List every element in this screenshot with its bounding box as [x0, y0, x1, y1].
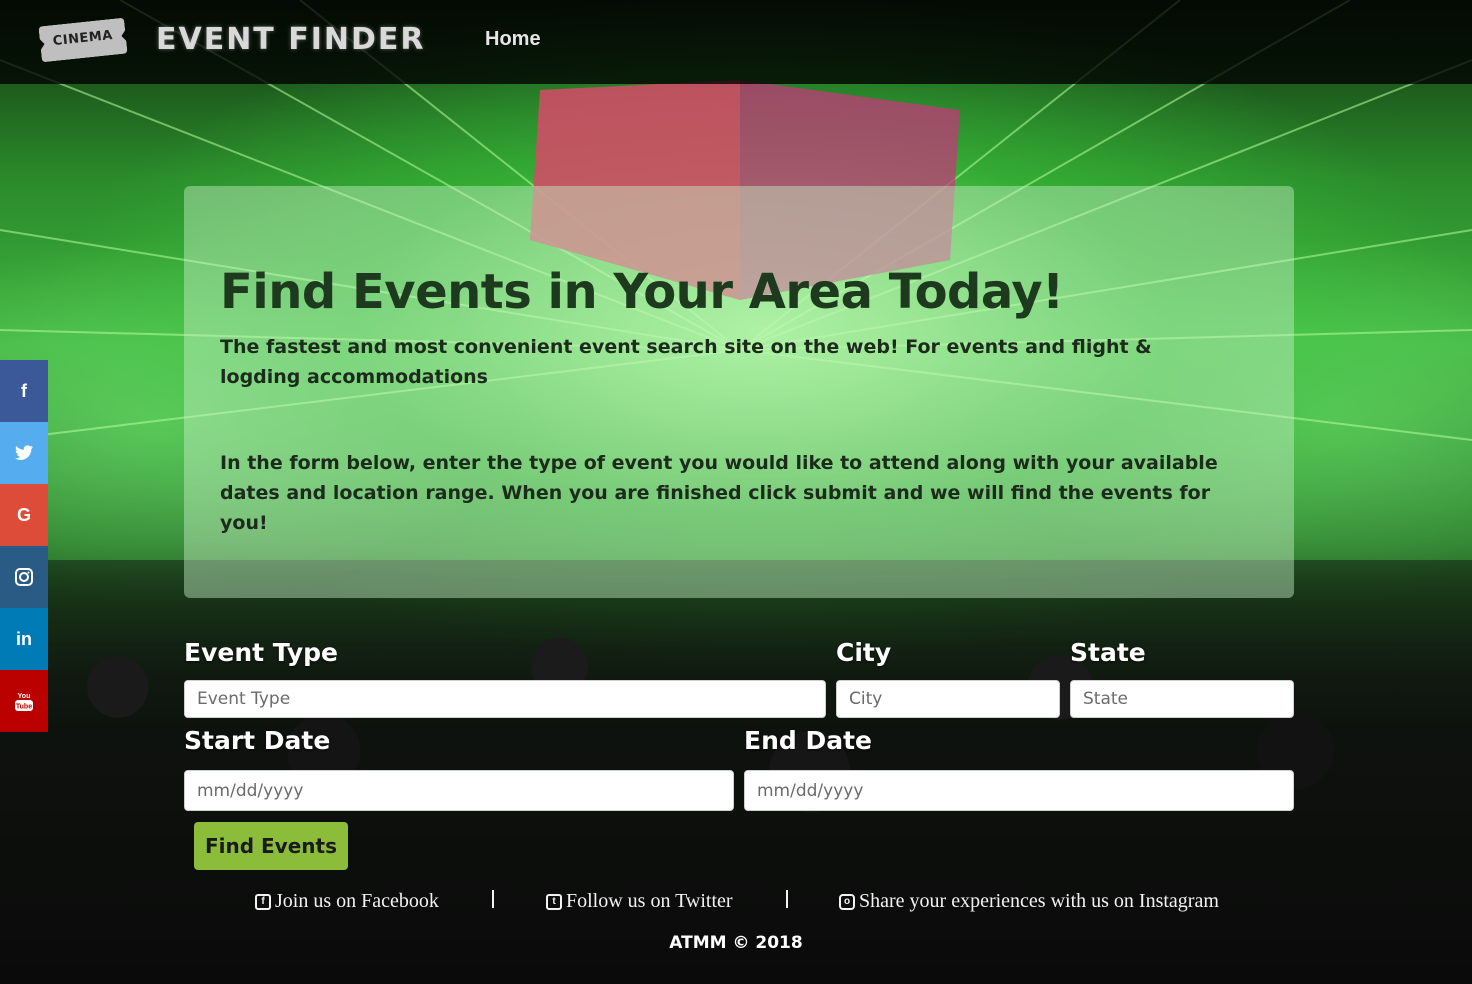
footer-facebook-text: Join us on Facebook — [275, 890, 439, 912]
instagram-share-button[interactable] — [0, 546, 48, 608]
event-type-input[interactable] — [184, 680, 826, 718]
facebook-square-icon: f — [255, 893, 271, 910]
youtube-share-button[interactable]: You Tube — [0, 670, 48, 732]
linkedin-share-button[interactable]: in — [0, 608, 48, 670]
footer-twitter-link[interactable]: t Follow us on Twitter — [546, 890, 733, 913]
social-sidebar: f G in You Tube — [0, 360, 48, 732]
hero-jumbotron: Find Events in Your Area Today! The fast… — [184, 186, 1294, 598]
find-events-button[interactable]: Find Events — [194, 822, 348, 870]
state-input[interactable] — [1070, 680, 1294, 718]
start-date-label: Start Date — [184, 726, 331, 755]
linkedin-icon: in — [16, 628, 32, 649]
footer-twitter-text: Follow us on Twitter — [566, 890, 733, 912]
logo-label: CINEMA — [52, 27, 114, 50]
facebook-icon: f — [21, 380, 27, 401]
hero-lead: The fastest and most convenient event se… — [220, 336, 1152, 388]
svg-text:Tube: Tube — [16, 704, 32, 711]
brand-title[interactable]: EVENT FINDER — [156, 22, 425, 57]
copyright: ATMM © 2018 — [669, 933, 803, 953]
twitter-square-icon: t — [546, 893, 562, 910]
facebook-share-button[interactable]: f — [0, 360, 48, 422]
twitter-share-button[interactable] — [0, 422, 48, 484]
footer-divider — [492, 890, 494, 908]
svg-text:You: You — [18, 693, 31, 700]
twitter-icon — [15, 445, 33, 460]
end-date-label: End Date — [744, 726, 873, 755]
footer-divider — [786, 890, 788, 908]
nav-home-link[interactable]: Home — [485, 28, 541, 51]
end-date-input[interactable] — [744, 770, 1294, 811]
footer-instagram-link[interactable]: o Share your experiences with us on Inst… — [839, 890, 1219, 913]
cinema-ticket-logo[interactable]: CINEMA — [38, 18, 127, 63]
city-input[interactable] — [836, 680, 1060, 718]
hero-instructions: In the form below, enter the type of eve… — [220, 452, 1218, 534]
google-icon: G — [16, 504, 31, 525]
start-date-input[interactable] — [184, 770, 734, 811]
hero-title: Find Events in Your Area Today! — [220, 264, 1064, 320]
footer-facebook-link[interactable]: f Join us on Facebook — [255, 890, 439, 913]
google-share-button[interactable]: G — [0, 484, 48, 546]
instagram-icon: o — [839, 893, 855, 910]
youtube-icon: You Tube — [15, 693, 33, 711]
instagram-icon — [15, 568, 33, 586]
event-type-label: Event Type — [184, 638, 339, 667]
navbar: CINEMA EVENT FINDER Home — [0, 0, 1472, 84]
city-label: City — [836, 638, 892, 667]
state-label: State — [1070, 638, 1146, 667]
footer-instagram-text: Share your experiences with us on Instag… — [859, 890, 1219, 912]
